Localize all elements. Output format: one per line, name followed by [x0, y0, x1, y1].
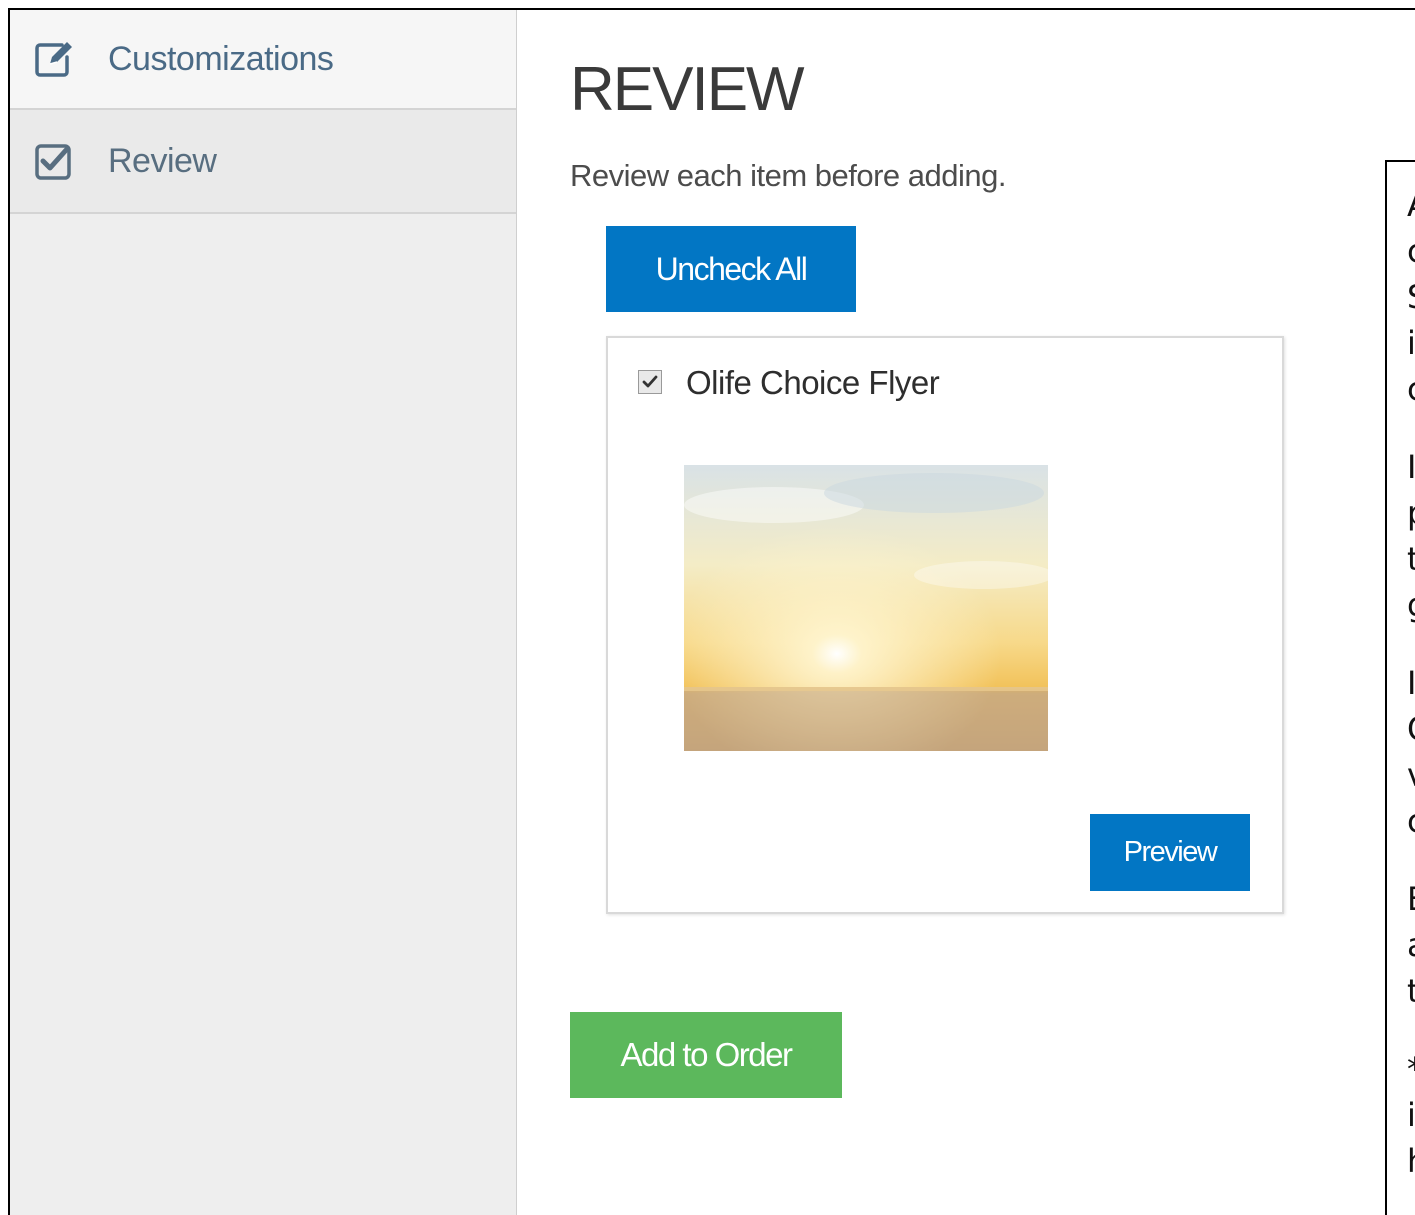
- sidebar: Customizations Review: [10, 10, 517, 1215]
- annotation-panel: A c S i c I p t g I C v c E a t * i h: [1385, 160, 1415, 1215]
- page-title: REVIEW: [570, 55, 805, 124]
- checkbox-checked-icon: [32, 139, 76, 183]
- uncheck-all-button[interactable]: Uncheck All: [606, 226, 856, 312]
- item-card: Olife Choice Flyer Preview: [606, 336, 1284, 914]
- item-name: Olife Choice Flyer: [686, 364, 940, 401]
- annotation-paragraph: E a t: [1387, 876, 1415, 1014]
- sidebar-item-customizations[interactable]: Customizations: [10, 10, 516, 110]
- item-checkbox[interactable]: [638, 370, 662, 394]
- app-frame: Customizations Review REVIEW Review each…: [8, 8, 1415, 1215]
- annotation-paragraph: I C v c: [1387, 660, 1415, 844]
- item-thumbnail-image: [684, 465, 1048, 751]
- annotation-paragraph: A c S i c: [1387, 182, 1415, 412]
- add-to-order-button[interactable]: Add to Order: [570, 1012, 842, 1098]
- checkmark-icon: [642, 375, 658, 388]
- preview-button[interactable]: Preview: [1090, 814, 1250, 891]
- sidebar-item-label: Customizations: [108, 39, 334, 78]
- sidebar-item-label: Review: [108, 141, 217, 180]
- main-content: REVIEW Review each item before adding. U…: [518, 10, 1415, 1215]
- annotation-paragraph: * i h: [1387, 1046, 1415, 1184]
- annotation-paragraph: I p t g: [1387, 444, 1415, 628]
- edit-icon: [32, 37, 76, 81]
- sidebar-item-review[interactable]: Review: [10, 110, 516, 214]
- page-subtitle: Review each item before adding.: [570, 158, 1006, 193]
